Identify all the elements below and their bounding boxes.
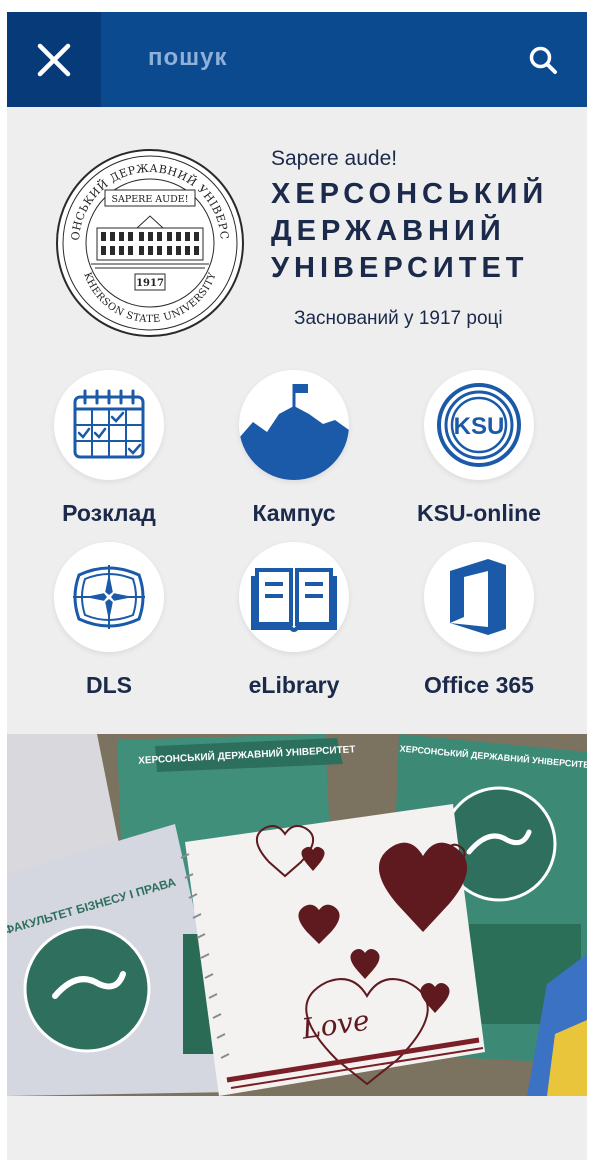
shortcut-circle <box>239 542 349 652</box>
shortcut-schedule[interactable]: Розклад <box>19 370 199 527</box>
shortcut-ksu-online[interactable]: KSU KSU-online <box>389 370 569 527</box>
compass-star-icon <box>73 565 145 629</box>
svg-text:1917: 1917 <box>136 278 164 289</box>
university-seal-logo: ХЕРСОНСЬКИЙ ДЕРЖАВНИЙ УНІВЕРСИТЕТ KHERSO… <box>55 148 244 337</box>
shortcut-dls[interactable]: DLS <box>19 542 199 699</box>
ksu-online-icon: KSU <box>437 383 521 467</box>
close-button[interactable] <box>7 12 101 107</box>
campus-flag-icon <box>239 384 349 480</box>
shortcut-label: Розклад <box>62 500 156 526</box>
shortcut-circle <box>239 370 349 480</box>
open-book-icon <box>251 568 337 632</box>
shortcut-label: DLS <box>86 672 132 698</box>
university-name: ХЕРСОНСЬКИЙ ДЕРЖАВНИЙ УНІВЕРСИТЕТ <box>271 176 548 287</box>
shortcut-circle <box>424 542 534 652</box>
app-frame: пошук ХЕРСОНСЬКИЙ ДЕРЖАВНИЙ УНІВЕРСИТЕТ <box>7 12 587 1160</box>
close-icon <box>37 43 71 76</box>
shortcut-campus[interactable]: Кампус <box>204 370 384 527</box>
shortcut-label: Кампус <box>252 500 336 526</box>
shortcut-elibrary[interactable]: eLibrary <box>204 542 384 699</box>
search-button[interactable] <box>517 34 569 86</box>
app-screen: пошук ХЕРСОНСЬКИЙ ДЕРЖАВНИЙ УНІВЕРСИТЕТ <box>0 0 594 1160</box>
shortcut-circle <box>54 542 164 652</box>
top-bar: пошук <box>7 12 587 107</box>
shortcut-circle: KSU <box>424 370 534 480</box>
shortcut-circle <box>54 370 164 480</box>
search-icon <box>529 46 557 74</box>
calendar-icon <box>73 389 145 459</box>
promo-banner-image[interactable]: ХЕРСОНСЬКИЙ ДЕРЖАВНИЙ УНІВЕРСИТЕТ ХЕРСОН… <box>7 734 587 1096</box>
shortcut-label: KSU-online <box>417 500 541 526</box>
svg-text:KSU: KSU <box>454 413 505 440</box>
shortcut-office365[interactable]: Office 365 <box>389 542 569 699</box>
university-name-line: УНІВЕРСИТЕТ <box>271 252 529 284</box>
founded-text: Заснований у 1917 році <box>294 308 503 329</box>
office-icon <box>450 559 506 635</box>
banner-photo: ХЕРСОНСЬКИЙ ДЕРЖАВНИЙ УНІВЕРСИТЕТ ХЕРСОН… <box>7 734 587 1096</box>
shortcut-label: Office 365 <box>424 672 534 698</box>
search-input[interactable]: пошук <box>148 44 228 72</box>
university-name-line: ХЕРСОНСЬКИЙ <box>271 178 549 210</box>
university-name-line: ДЕРЖАВНИЙ <box>271 215 506 247</box>
svg-text:SAPERE AUDE!: SAPERE AUDE! <box>111 194 188 205</box>
motto-text: Sapere aude! <box>271 147 398 170</box>
shortcut-label: eLibrary <box>248 672 340 698</box>
